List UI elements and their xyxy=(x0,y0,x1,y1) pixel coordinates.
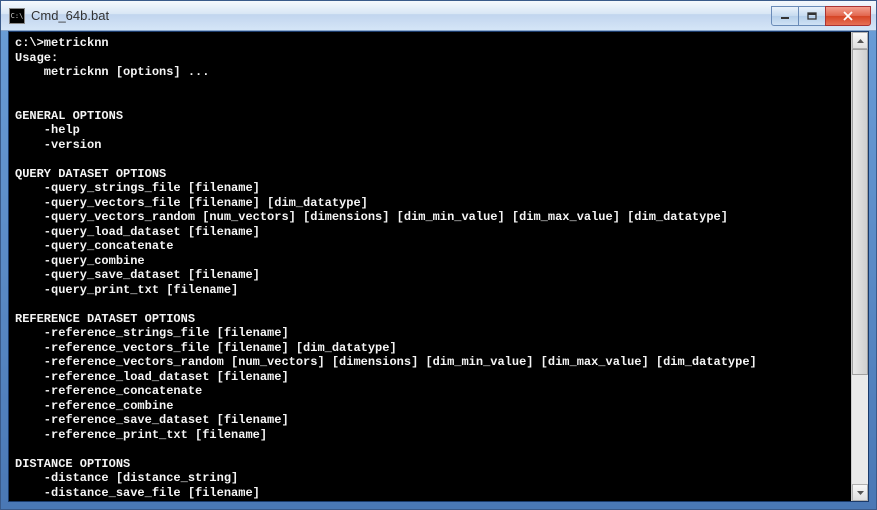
terminal-line: -version xyxy=(15,138,845,153)
app-icon: C:\ xyxy=(9,8,25,24)
terminal-line xyxy=(15,80,845,95)
terminal-line: QUERY DATASET OPTIONS xyxy=(15,167,845,182)
terminal-line xyxy=(15,94,845,109)
terminal-line: -query_print_txt [filename] xyxy=(15,283,845,298)
terminal-line: -query_load_dataset [filename] xyxy=(15,225,845,240)
terminal-line: -reference_print_txt [filename] xyxy=(15,428,845,443)
terminal-line: -query_vectors_random [num_vectors] [dim… xyxy=(15,210,845,225)
terminal-line: REFERENCE DATASET OPTIONS xyxy=(15,312,845,327)
terminal-line: metricknn [options] ... xyxy=(15,65,845,80)
minimize-icon xyxy=(780,12,790,20)
terminal-line: -query_combine xyxy=(15,254,845,269)
window-title: Cmd_64b.bat xyxy=(31,8,772,23)
terminal-line: -distance [distance_string] xyxy=(15,471,845,486)
minimize-button[interactable] xyxy=(771,6,799,26)
chevron-up-icon xyxy=(857,39,864,43)
terminal-line: -query_vectors_file [filename] [dim_data… xyxy=(15,196,845,211)
terminal-line: -reference_save_dataset [filename] xyxy=(15,413,845,428)
terminal-line: -help xyxy=(15,123,845,138)
terminal-line xyxy=(15,297,845,312)
terminal-line: -reference_load_dataset [filename] xyxy=(15,370,845,385)
window-frame: C:\ Cmd_64b.bat c:\>metricknnUsage: metr… xyxy=(0,0,877,510)
close-button[interactable] xyxy=(825,6,871,26)
terminal-line: -reference_combine xyxy=(15,399,845,414)
scroll-up-button[interactable] xyxy=(852,32,868,49)
scrollbar-track[interactable] xyxy=(852,49,868,484)
close-icon xyxy=(842,11,854,21)
window-controls xyxy=(772,6,871,26)
terminal-line: -distance_save_file [filename] xyxy=(15,486,845,501)
titlebar[interactable]: C:\ Cmd_64b.bat xyxy=(1,1,876,31)
terminal-line xyxy=(15,442,845,457)
terminal-line: -reference_concatenate xyxy=(15,384,845,399)
terminal-line: -query_concatenate xyxy=(15,239,845,254)
terminal-output[interactable]: c:\>metricknnUsage: metricknn [options] … xyxy=(9,32,851,501)
terminal-line: c:\>metricknn xyxy=(15,36,845,51)
terminal-line: -reference_strings_file [filename] xyxy=(15,326,845,341)
maximize-icon xyxy=(807,12,817,20)
terminal-line: -reference_vectors_random [num_vectors] … xyxy=(15,355,845,370)
terminal-line: Usage: xyxy=(15,51,845,66)
maximize-button[interactable] xyxy=(798,6,826,26)
terminal-line: -reference_vectors_file [filename] [dim_… xyxy=(15,341,845,356)
terminal-line: DISTANCE OPTIONS xyxy=(15,457,845,472)
terminal-line: -query_strings_file [filename] xyxy=(15,181,845,196)
client-area: c:\>metricknnUsage: metricknn [options] … xyxy=(8,31,869,502)
terminal-line xyxy=(15,152,845,167)
terminal-line: -query_save_dataset [filename] xyxy=(15,268,845,283)
terminal-line: -distance_load_file [filename] xyxy=(15,500,845,501)
vertical-scrollbar[interactable] xyxy=(851,32,868,501)
terminal-line: GENERAL OPTIONS xyxy=(15,109,845,124)
scrollbar-thumb[interactable] xyxy=(852,49,868,375)
scroll-down-button[interactable] xyxy=(852,484,868,501)
chevron-down-icon xyxy=(857,491,864,495)
